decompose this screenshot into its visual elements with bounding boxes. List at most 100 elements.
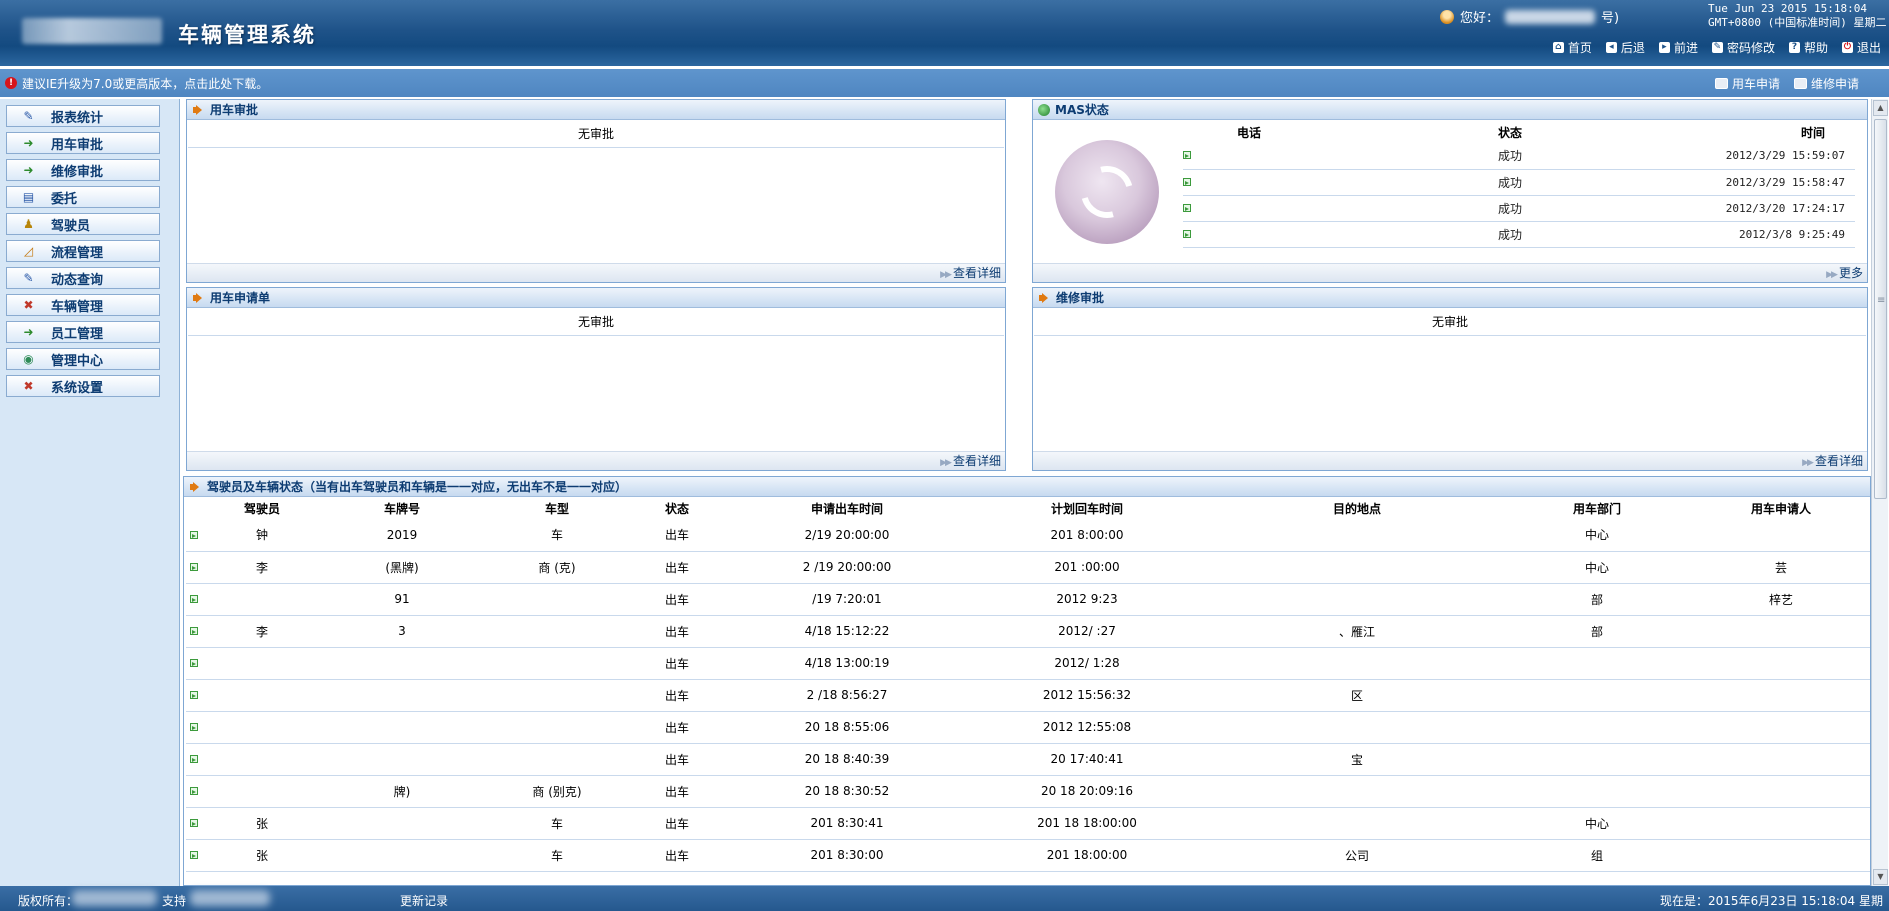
sidebar-item-settings[interactable]: ✖ 系统设置 (6, 375, 160, 397)
table-cell: 20 17:40:41 (962, 743, 1212, 776)
more-link[interactable]: 更多 (1839, 266, 1863, 280)
user-icon (1440, 9, 1454, 24)
sidebar-item-vehicles[interactable]: ✖ 车辆管理 (6, 294, 160, 316)
table-cell: 中心 (1502, 551, 1692, 584)
copyright-owner-redacted (72, 890, 157, 906)
row-arrow-icon (190, 595, 198, 603)
column-header-driver: 驾驶员 (243, 501, 280, 516)
ie-upgrade-notice-link[interactable]: 建议IE升级为7.0或更高版本，点击此处下载。 (22, 75, 268, 92)
table-cell (1212, 807, 1502, 840)
table-cell (1692, 679, 1870, 712)
table-row: 成功 2012/3/29 15:59:07 (1183, 143, 1855, 170)
logout-link[interactable]: ⏻ 退出 (1841, 39, 1881, 56)
top-links: ⌂ 首页 ◂ 后退 ▸ 前进 ✎ 密码修改 ? 帮助 ⏻ 退出 (1552, 39, 1881, 56)
table-row: 张 车出车 201 8:30:00 201 18:00:00 公司组 (186, 839, 1870, 872)
row-arrow-icon (1183, 229, 1191, 238)
sidebar-item-reports[interactable]: ✎ 报表统计 (6, 105, 160, 127)
table-cell: 牌) (312, 775, 492, 808)
user-name-redacted (1505, 9, 1596, 24)
row-arrow-icon (190, 851, 198, 859)
column-header-phone: 电话 (1237, 125, 1262, 140)
table-cell (492, 711, 622, 744)
support-owner-redacted (190, 890, 270, 906)
table-cell: 2019 (312, 519, 492, 552)
quick-actions: 用车申请 维修申请 (1714, 75, 1859, 92)
sidebar-item-workflow[interactable]: ◿ 流程管理 (6, 240, 160, 262)
table-cell: (黑牌) (312, 551, 492, 584)
table-cell: 车 (492, 839, 622, 872)
table-cell (312, 807, 492, 840)
change-password-link[interactable]: ✎ 密码修改 (1711, 39, 1775, 56)
sidebar-item-drivers[interactable]: ♟ 驾驶员 (6, 213, 160, 235)
column-header-department: 用车部门 (1572, 501, 1621, 516)
table-row: 张 车出车 201 8:30:41 201 18 18:00:00 中心 (186, 807, 1870, 840)
row-arrow-icon (1183, 177, 1191, 186)
table-cell: 20 18 20:09:16 (962, 775, 1212, 808)
row-arrow-icon (1183, 203, 1191, 212)
table-cell: 4/18 13:00:19 (732, 647, 962, 680)
scroll-up-icon[interactable]: ▲ (1873, 100, 1888, 116)
table-cell (212, 775, 312, 808)
help-link[interactable]: ? 帮助 (1788, 39, 1828, 56)
row-arrow-icon (190, 530, 198, 539)
table-cell (1692, 807, 1870, 840)
back-link[interactable]: ◂ 后退 (1605, 39, 1645, 56)
scroll-thumb[interactable] (1874, 119, 1887, 499)
table-cell: 20 18 8:30:52 (732, 775, 962, 808)
table-cell: 出车 (622, 743, 732, 776)
repair-approval-panel: 维修审批 无审批 ▶▶ 查看详细 (1032, 287, 1868, 471)
table-cell: 20 18 8:55:06 (732, 711, 962, 744)
ruler-icon: ◿ (23, 244, 34, 258)
empty-message: 无审批 (188, 308, 1004, 336)
column-header-applicant: 用车申请人 (1750, 501, 1811, 516)
row-arrow-icon (190, 755, 198, 763)
sidebar-item-admin-center[interactable]: ◉ 管理中心 (6, 348, 160, 370)
table-cell: 出车 (622, 519, 732, 552)
view-details-link[interactable]: 查看详细 (953, 266, 1001, 280)
panel-footer: ▶▶ 查看详细 (187, 451, 1005, 470)
table-cell: 2012 9:23 (962, 583, 1212, 616)
scroll-down-icon[interactable]: ▼ (1873, 869, 1888, 885)
table-cell (1212, 647, 1502, 680)
table-cell (212, 647, 312, 680)
panel-title: 用车申请单 (210, 291, 271, 305)
current-time: 现在是：2015年6月23日 15:18:04 星期 (1660, 894, 1883, 908)
table-cell (1502, 647, 1692, 680)
table-cell: 201 18 18:00:00 (962, 807, 1212, 840)
table-cell: 李 (212, 551, 312, 584)
table-cell: 区 (1212, 679, 1502, 712)
table-cell (1502, 743, 1692, 776)
edit-icon: ✎ (23, 271, 34, 285)
driver-icon: ♟ (23, 217, 34, 231)
vehicle-request-link[interactable]: 用车申请 (1714, 75, 1780, 92)
app-title: 车辆管理系统 (178, 23, 316, 47)
table-cell: 出车 (622, 583, 732, 616)
home-link[interactable]: ⌂ 首页 (1552, 39, 1592, 56)
update-log-link[interactable]: 更新记录 (400, 892, 448, 909)
view-details-link[interactable]: 查看详细 (953, 454, 1001, 468)
forward-link[interactable]: ▸ 前进 (1658, 39, 1698, 56)
table-cell: 商 (别克) (492, 775, 622, 808)
table-cell: 201 8:30:41 (732, 807, 962, 840)
notice-bar: ! 建议IE升级为7.0或更高版本，点击此处下载。 用车申请 维修申请 (0, 69, 1889, 97)
view-details-link[interactable]: 查看详细 (1815, 454, 1863, 468)
vertical-scrollbar[interactable]: ▲ ▼ (1871, 99, 1888, 886)
table-cell (1502, 679, 1692, 712)
sidebar-item-dynamic-query[interactable]: ✎ 动态查询 (6, 267, 160, 289)
sidebar-item-repair-approval[interactable]: ➜ 维修审批 (6, 159, 160, 181)
table-cell: 出车 (622, 551, 732, 584)
row-arrow-icon (190, 819, 198, 827)
table-row: 牌) 商 (别克) 出车 20 18 8:30:52 20 18 20:09:16 (186, 775, 1870, 808)
empty-message: 无审批 (188, 120, 1004, 148)
sidebar-item-staff[interactable]: ➜ 员工管理 (6, 321, 160, 343)
row-arrow-icon (190, 627, 198, 635)
panel-header: 驾驶员及车辆状态（当有出车驾驶员和车辆是一一对应，无出车不是一一对应） (184, 477, 1870, 497)
table-cell: 芸 (1692, 551, 1870, 584)
speaker-icon (1038, 292, 1051, 304)
table-cell (492, 615, 622, 648)
repair-request-link[interactable]: 维修申请 (1793, 75, 1859, 92)
column-header-status: 状态 (664, 501, 689, 516)
sidebar-item-vehicle-approval[interactable]: ➜ 用车审批 (6, 132, 160, 154)
sidebar-item-delegate[interactable]: ▤ 委托 (6, 186, 160, 208)
table-cell (1212, 711, 1502, 744)
